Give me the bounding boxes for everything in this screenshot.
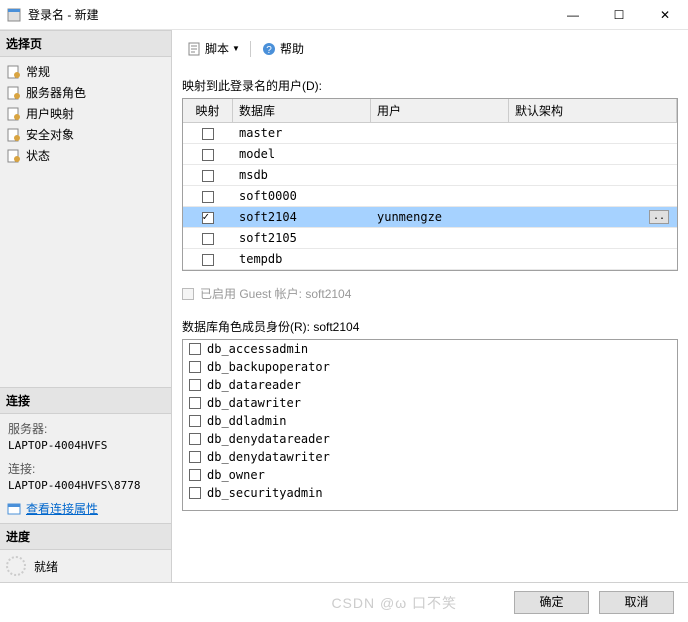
watermark: CSDN @ω 口不笑 [331,593,457,613]
col-schema[interactable]: 默认架构 [509,99,677,122]
sidebar-item-3[interactable]: 安全对象 [2,124,169,145]
sidebar-item-0[interactable]: 常规 [2,61,169,82]
page-icon [6,85,22,101]
table-row[interactable]: soft0000 [183,186,677,207]
role-checkbox[interactable] [189,487,201,499]
guest-checkbox [182,288,194,300]
guest-enabled-row: 已启用 Guest 帐户: soft2104 [182,271,678,308]
connection-header: 连接 [0,387,171,414]
table-row[interactable]: msdb [183,165,677,186]
role-checkbox[interactable] [189,343,201,355]
ok-button[interactable]: 确定 [514,591,589,614]
table-row[interactable]: master [183,123,677,144]
roles-listbox[interactable]: db_accessadmindb_backupoperatordb_datare… [182,339,678,511]
script-button[interactable]: 脚本 ▼ [182,38,244,59]
svg-text:?: ? [266,45,272,56]
role-item[interactable]: db_backupoperator [183,358,677,376]
maximize-button[interactable]: ☐ [596,0,642,30]
sidebar-item-1[interactable]: 服务器角色 [2,82,169,103]
role-checkbox[interactable] [189,469,201,481]
titlebar: 登录名 - 新建 — ☐ ✕ [0,0,688,30]
browse-button[interactable]: .. [649,210,669,224]
progress-header: 进度 [0,523,171,550]
role-checkbox[interactable] [189,433,201,445]
left-panel: 选择页 常规服务器角色用户映射安全对象状态 连接 服务器: LAPTOP-400… [0,30,172,582]
map-checkbox[interactable] [202,191,214,203]
map-checkbox[interactable] [202,233,214,245]
role-checkbox[interactable] [189,361,201,373]
col-database[interactable]: 数据库 [233,99,371,122]
map-checkbox[interactable] [202,128,214,140]
select-page-header: 选择页 [0,30,171,57]
role-checkbox[interactable] [189,451,201,463]
role-checkbox[interactable] [189,379,201,391]
window-title: 登录名 - 新建 [28,6,550,23]
server-value: LAPTOP-4004HVFS [2,439,169,458]
close-button[interactable]: ✕ [642,0,688,30]
table-row[interactable]: tempdb [183,249,677,270]
table-row[interactable]: soft2105 [183,228,677,249]
role-item[interactable]: db_ddladmin [183,412,677,430]
col-map[interactable]: 映射 [183,99,233,122]
help-icon: ? [261,41,277,57]
footer: CSDN @ω 口不笑 确定 取消 [0,582,688,622]
page-icon [6,127,22,143]
map-checkbox[interactable] [202,149,214,161]
progress-status: 就绪 [34,558,58,575]
role-item[interactable]: db_accessadmin [183,340,677,358]
role-checkbox[interactable] [189,397,201,409]
map-checkbox[interactable] [202,254,214,266]
server-label: 服务器: [2,418,169,439]
map-checkbox[interactable] [202,170,214,182]
app-icon [6,7,22,23]
role-item[interactable]: db_datareader [183,376,677,394]
table-row[interactable]: model [183,144,677,165]
right-panel: 脚本 ▼ ? 帮助 映射到此登录名的用户(D): 映射 数据库 用户 默认架构 … [172,30,688,582]
help-button[interactable]: ? 帮助 [257,38,308,59]
cancel-button[interactable]: 取消 [599,591,674,614]
script-icon [186,41,202,57]
role-item[interactable]: db_datawriter [183,394,677,412]
role-item[interactable]: db_owner [183,466,677,484]
mapping-label: 映射到此登录名的用户(D): [182,67,678,98]
page-icon [6,64,22,80]
view-connection-properties[interactable]: 查看连接属性 [26,500,98,517]
toolbar: 脚本 ▼ ? 帮助 [182,38,678,67]
map-checkbox[interactable] [202,212,214,224]
chevron-down-icon: ▼ [232,44,240,53]
conn-value: LAPTOP-4004HVFS\8778 [2,479,169,498]
guest-label: 已启用 Guest 帐户: soft2104 [200,285,351,302]
sidebar-item-4[interactable]: 状态 [2,145,169,166]
role-item[interactable]: db_denydatareader [183,430,677,448]
col-user[interactable]: 用户 [371,99,509,122]
role-item[interactable]: db_denydatawriter [183,448,677,466]
roles-label: 数据库角色成员身份(R): soft2104 [182,308,678,339]
minimize-button[interactable]: — [550,0,596,30]
table-row[interactable]: soft2104yunmengze.. [183,207,677,228]
page-icon [6,106,22,122]
conn-label: 连接: [2,458,169,479]
properties-icon [6,501,22,517]
sidebar-item-2[interactable]: 用户映射 [2,103,169,124]
mapping-grid: 映射 数据库 用户 默认架构 mastermodelmsdbsoft0000so… [182,98,678,271]
page-icon [6,148,22,164]
progress-spinner-icon [6,556,26,576]
role-checkbox[interactable] [189,415,201,427]
role-item[interactable]: db_securityadmin [183,484,677,502]
